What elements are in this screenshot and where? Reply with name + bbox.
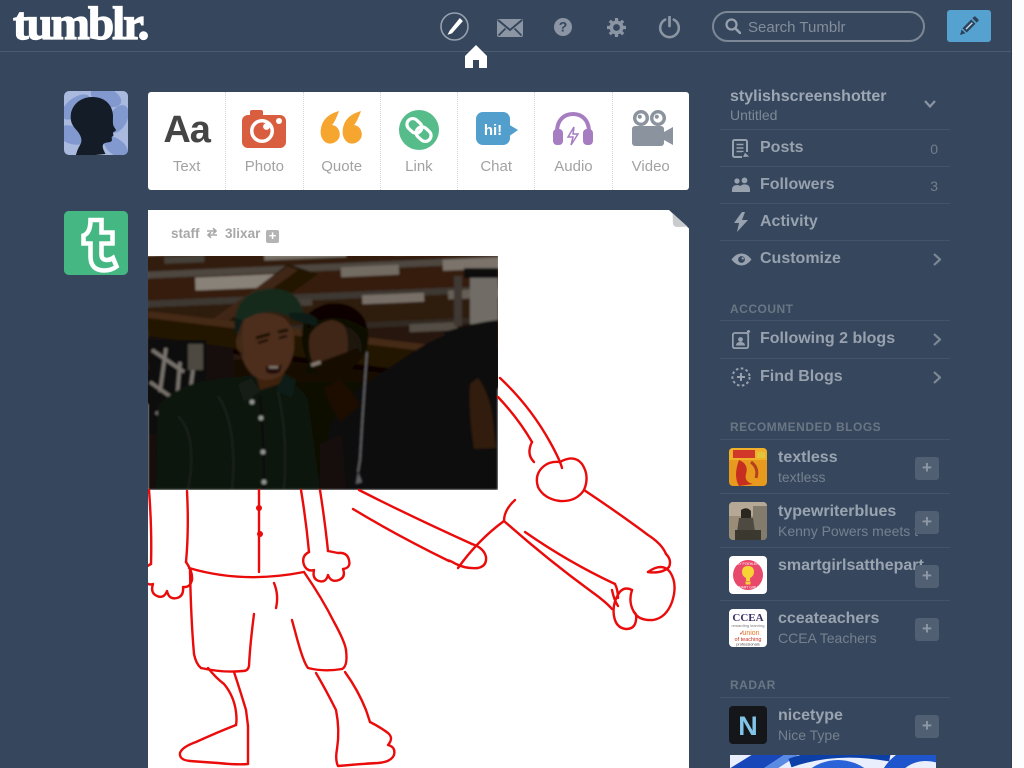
- svg-text:professionals: professionals: [736, 642, 760, 647]
- svg-text:AMY POEHLER'S: AMY POEHLER'S: [734, 562, 762, 566]
- svg-text:?: ?: [559, 19, 568, 35]
- svg-text:N: N: [738, 711, 758, 741]
- svg-text:union: union: [742, 630, 759, 637]
- svg-text:rewarding learning: rewarding learning: [732, 623, 765, 628]
- svg-text:SMART GIRLS: SMART GIRLS: [737, 586, 761, 590]
- svg-text:hi!: hi!: [484, 122, 502, 139]
